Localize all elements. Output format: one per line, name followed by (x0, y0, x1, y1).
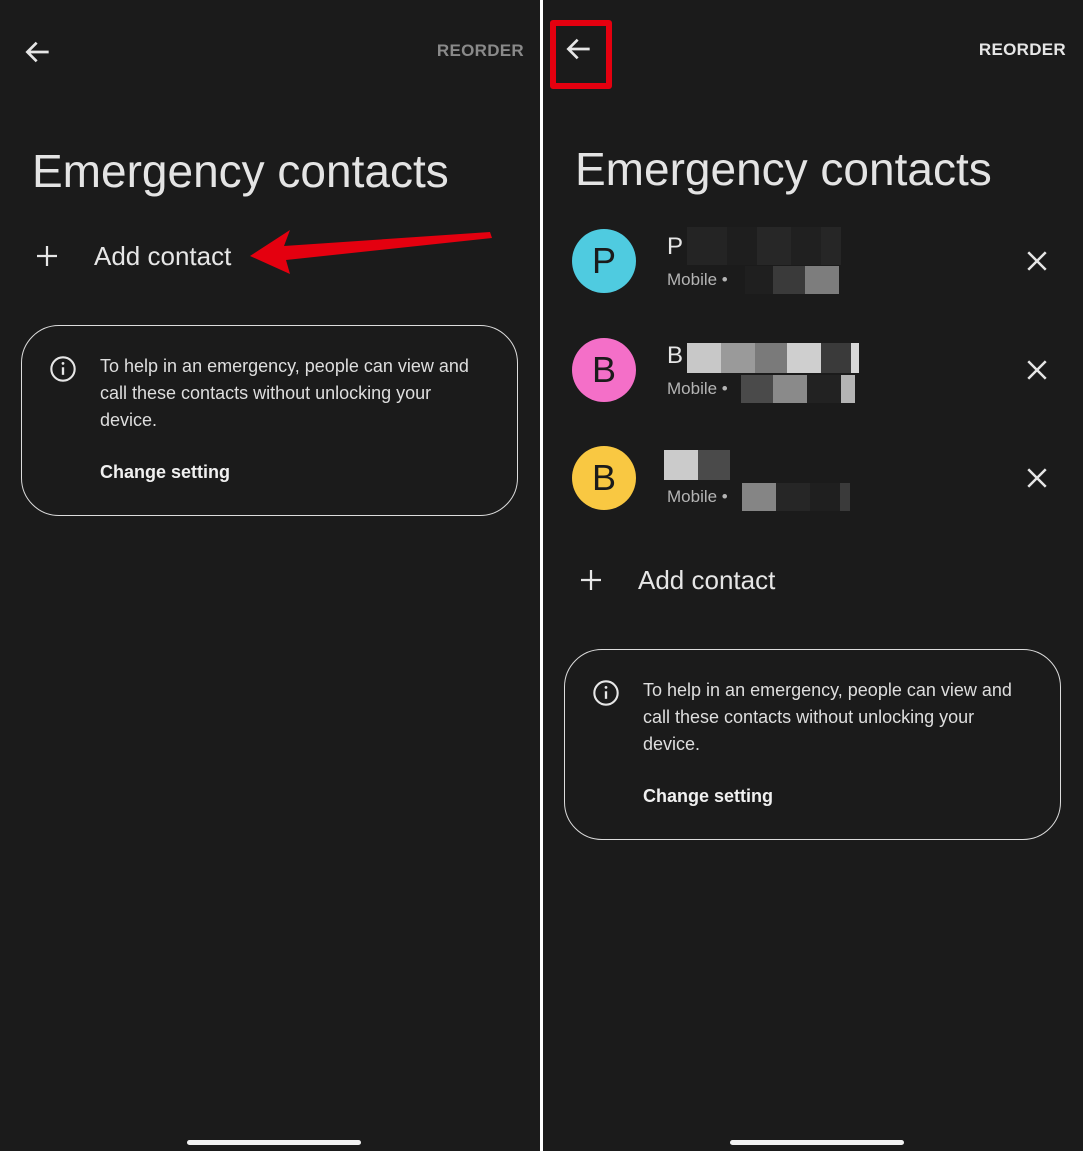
red-arrow-annotation (250, 230, 492, 274)
redacted-number (741, 375, 855, 403)
contact-subtitle: Mobile • (667, 270, 728, 289)
info-icon (49, 355, 77, 383)
add-contact-button[interactable]: Add contact (576, 560, 836, 600)
right-screen: REORDER Emergency contacts P P Mobile • … (543, 0, 1083, 1151)
home-indicator[interactable] (187, 1140, 361, 1145)
add-contact-label: Add contact (638, 564, 776, 595)
redacted-name (687, 343, 859, 373)
back-arrow-icon (25, 41, 49, 63)
avatar: B (572, 338, 636, 402)
back-button[interactable] (22, 36, 54, 68)
left-screen: REORDER Emergency contacts Add contact T… (0, 0, 540, 1151)
info-text: To help in an emergency, people can view… (643, 680, 1012, 754)
info-icon (592, 679, 620, 707)
plus-icon (32, 241, 62, 271)
home-indicator[interactable] (730, 1140, 904, 1145)
redacted-name (664, 450, 730, 480)
close-icon (1027, 360, 1047, 380)
contact-name: P (667, 233, 684, 260)
remove-contact-button[interactable] (1022, 246, 1052, 276)
reorder-button[interactable]: REORDER (437, 41, 524, 61)
add-contact-label: Add contact (94, 240, 232, 271)
reorder-button[interactable]: REORDER (979, 40, 1066, 60)
info-text: To help in an emergency, people can view… (100, 356, 469, 430)
close-icon (1027, 468, 1047, 488)
info-card: To help in an emergency, people can view… (21, 325, 518, 516)
change-setting-button[interactable]: Change setting (100, 462, 230, 483)
page-title: Emergency contacts (575, 143, 992, 195)
plus-icon (576, 565, 606, 595)
info-card: To help in an emergency, people can view… (564, 649, 1061, 840)
contact-item[interactable]: B B Mobile • (572, 338, 1052, 408)
contact-item[interactable]: B Mobile • (572, 446, 1052, 516)
contact-item[interactable]: P P Mobile • (572, 227, 1052, 299)
remove-contact-button[interactable] (1022, 355, 1052, 385)
redacted-name (687, 227, 841, 265)
avatar: P (572, 229, 636, 293)
contact-subtitle: Mobile • (667, 487, 728, 506)
contact-subtitle: Mobile • (667, 379, 728, 398)
change-setting-button[interactable]: Change setting (643, 786, 773, 807)
remove-contact-button[interactable] (1022, 463, 1052, 493)
highlight-annotation (550, 20, 612, 89)
contact-name: B (667, 342, 684, 369)
redacted-number (742, 483, 850, 511)
close-icon (1027, 251, 1047, 271)
avatar: B (572, 446, 636, 510)
redacted-number (745, 266, 839, 294)
page-title: Emergency contacts (32, 145, 449, 197)
